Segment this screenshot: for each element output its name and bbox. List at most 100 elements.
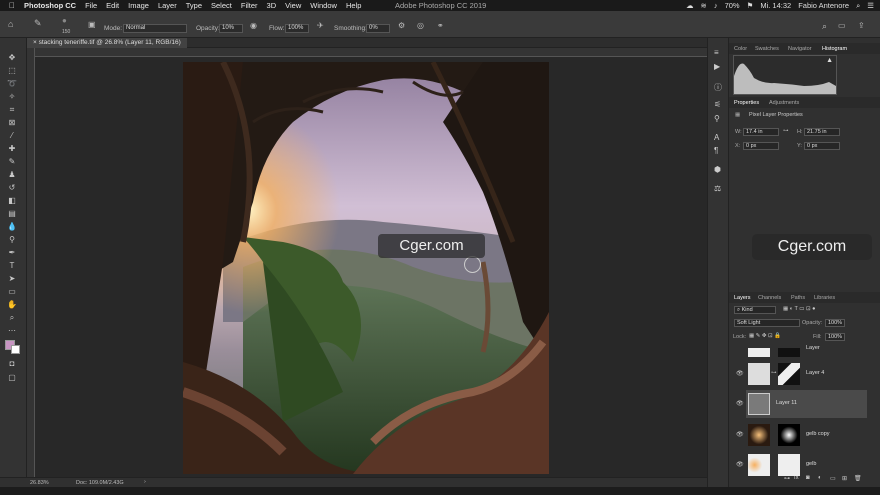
eye-icon[interactable]: 👁 [736,370,744,377]
gear-icon[interactable]: ⚙ [398,21,405,30]
cloud-icon[interactable]: ☁ [686,1,694,10]
tab-libraries[interactable]: Libraries [814,295,835,301]
eyedropper-tool-icon[interactable]: ⁄ [5,130,19,141]
height-field[interactable]: 21.75 in [804,128,840,136]
pressure-opacity-icon[interactable]: ◉ [250,21,257,30]
pressure-size-icon[interactable]: ◎ [417,21,424,30]
top-ruler[interactable] [35,48,707,57]
info-icon[interactable]: ⓘ [714,82,722,93]
zoom-level[interactable]: 26.83% [30,480,49,486]
paragraph-icon[interactable]: ¶ [714,146,718,155]
flow-field[interactable]: 100% [285,24,309,33]
tab-swatches[interactable]: Swatches [755,46,779,52]
lasso-tool-icon[interactable]: ➰ [5,78,19,89]
link-icon[interactable]: ⊶ [783,128,789,134]
layer-row[interactable]: 👁 ⊶ Layer 4 [736,360,867,388]
home-icon[interactable]: ⌂ [8,19,13,29]
screen-mode-icon[interactable]: ▢ [5,372,19,383]
tab-histogram[interactable]: Histogram [822,46,847,52]
dodge-tool-icon[interactable]: ⚲ [5,234,19,245]
clone-source-icon[interactable]: ⚲ [714,114,720,123]
menu-image[interactable]: Image [128,1,149,10]
hand-tool-icon[interactable]: ✋ [5,299,19,310]
smoothing-field[interactable]: 0% [366,24,390,33]
search-icon[interactable]: ⌕ [822,21,827,32]
brush-tool-icon[interactable]: ✎ [5,156,19,167]
menu-app[interactable]: Photoshop CC [24,1,76,10]
menu-list-icon[interactable]: ☰ [867,1,874,10]
eye-icon[interactable]: 👁 [736,431,744,438]
menu-3d[interactable]: 3D [267,1,277,10]
tab-paths[interactable]: Paths [791,295,805,301]
menu-layer[interactable]: Layer [158,1,177,10]
width-field[interactable]: 17.4 in [743,128,779,136]
brush-panel-icon[interactable]: ▣ [88,20,96,29]
tab-channels[interactable]: Channels [758,295,781,301]
frame-tool-icon[interactable]: ⊠ [5,117,19,128]
brush-size[interactable]: 150 [62,29,70,35]
document-info[interactable]: Doc: 109.0M/2.43G [76,480,124,486]
menu-select[interactable]: Select [211,1,232,10]
menu-type[interactable]: Type [186,1,202,10]
character-icon[interactable]: A [714,133,719,142]
menu-edit[interactable]: Edit [106,1,119,10]
workspace-icon[interactable]: ▭ [838,21,846,30]
tab-navigator[interactable]: Navigator [788,46,812,52]
history-brush-tool-icon[interactable]: ↺ [5,182,19,193]
path-select-tool-icon[interactable]: ➤ [5,273,19,284]
measurement-icon[interactable]: ⚖ [714,184,721,193]
search-icon[interactable]: ⌕ [856,1,860,11]
blend-mode-select[interactable]: Soft Light [734,319,800,327]
x-field[interactable]: 0 px [743,142,779,150]
move-tool-icon[interactable]: ✥ [5,52,19,63]
eye-icon[interactable]: 👁 [736,461,744,468]
clock[interactable]: Mi. 14:32 [760,1,791,10]
chevron-right-icon[interactable]: › [144,479,146,485]
eye-icon[interactable]: 👁 [736,400,744,407]
stamp-tool-icon[interactable]: ♟ [5,169,19,180]
shape-tool-icon[interactable]: ▭ [5,286,19,297]
play-icon[interactable]: ▶ [714,62,720,71]
mode-select[interactable]: Normal [123,24,187,33]
user-name[interactable]: Fabio Antenore [798,1,849,10]
brush-settings-icon[interactable]: ⚟ [714,100,721,109]
fill-field[interactable]: 100% [825,333,845,341]
layer-row[interactable]: 👁 gelb [736,451,867,479]
filter-icons[interactable]: ▦ ◐ T ▭ ⊡ ● [783,306,815,312]
symmetry-icon[interactable]: ⚭ [437,21,444,30]
battery-percent[interactable]: 70% [725,1,740,10]
menu-window[interactable]: Window [310,1,337,10]
warning-icon[interactable]: ▲ [826,57,833,64]
share-icon[interactable]: ⇪ [858,21,865,30]
layer-opacity-field[interactable]: 100% [825,319,845,327]
menu-file[interactable]: File [85,1,97,10]
expand-icon[interactable]: ≡ [714,48,719,57]
tab-layers[interactable]: Layers [734,295,751,301]
menu-help[interactable]: Help [346,1,361,10]
pen-tool-icon[interactable]: ✒ [5,247,19,258]
layer-row-selected[interactable]: 👁 Layer 11 [736,390,867,418]
tab-color[interactable]: Color [734,46,747,52]
gradient-tool-icon[interactable]: ▤ [5,208,19,219]
menu-filter[interactable]: Filter [241,1,258,10]
blur-tool-icon[interactable]: 💧 [5,221,19,232]
layer-row[interactable]: 👁 gelb copy [736,421,867,449]
eraser-tool-icon[interactable]: ◧ [5,195,19,206]
tab-properties[interactable]: Properties [734,100,759,106]
quick-select-tool-icon[interactable]: ✧ [5,91,19,102]
flag-icon[interactable]: ⚑ [747,1,754,10]
opacity-field[interactable]: 10% [219,24,243,33]
layer-filter-kind[interactable]: ⌕ Kind [734,306,776,314]
wifi-icon[interactable]: ≋ [701,1,707,10]
crop-tool-icon[interactable]: ⌗ [5,104,19,115]
brush-tool-icon[interactable]: ✎ [34,18,42,29]
background-color-swatch[interactable] [11,345,20,354]
volume-icon[interactable]: ♪ [714,1,718,10]
airbrush-icon[interactable]: ✈ [317,21,324,30]
document-image[interactable] [183,62,549,474]
close-icon[interactable]: × [33,39,37,46]
left-ruler[interactable] [27,48,35,477]
y-field[interactable]: 0 px [804,142,840,150]
marquee-tool-icon[interactable]: ⬚ [5,65,19,76]
lock-icons[interactable]: ▦ ✎ ✥ ⊡ 🔒 [749,333,781,339]
